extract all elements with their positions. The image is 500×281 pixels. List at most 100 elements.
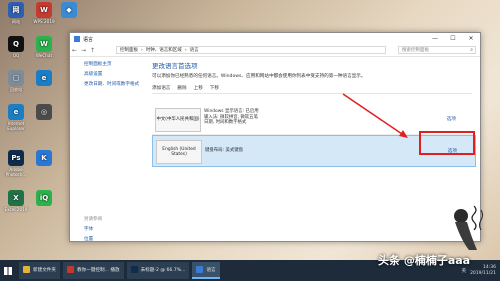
language-toolbar: 添加语言 删除 上移 下移 (152, 85, 472, 94)
desktop-icons: 网 网站 W WPS 2019 ◆ Q QQ W WeChat ▢ 回收站 e … (0, 0, 77, 260)
taskbar-item-label: 教你一键控制... 播放 (76, 267, 120, 273)
desktop-icon-label: WPS 2019 (33, 19, 55, 24)
wps-icon: W (36, 2, 52, 18)
wechat-icon: W (36, 36, 52, 52)
desktop-icon-camera[interactable]: ◎ (30, 104, 58, 121)
back-arrow-icon[interactable]: ← (70, 47, 79, 54)
desktop-icon-k[interactable]: K (30, 150, 58, 167)
search-placeholder: 搜索控制面板 (402, 48, 429, 53)
page-description: 可以添加你已经熟悉的任何语言。Windows、应用和网站中都会使用你列表中受支持… (152, 74, 366, 79)
video-icon (66, 266, 74, 273)
desktop-icon-wechat[interactable]: W WeChat (30, 36, 58, 58)
excel-icon: X (8, 190, 24, 206)
language-detail: 日期, 时间和数字格式 (204, 120, 247, 125)
left-nav: 控制面板主页 高级设置 更改日期、时间或数字格式 (84, 61, 150, 91)
taskbar-item-language[interactable]: 语言 (192, 262, 220, 279)
ie-icon: e (36, 70, 52, 86)
language-details: 键盘布局: 美式键盘 (205, 148, 243, 154)
control-panel-icon (196, 266, 204, 273)
desktop-icon-iqiyi[interactable]: iQ (30, 190, 58, 207)
qq-icon: Q (8, 36, 24, 52)
window-title: 语言 (83, 36, 94, 43)
move-down-button[interactable]: 下移 (210, 85, 219, 91)
breadcrumb-item-clock-language[interactable]: 时钟、语言和区域 (146, 47, 182, 53)
iqiyi-icon: iQ (36, 190, 52, 206)
main-content: 更改语言首选项 可以添加你已经熟悉的任何语言。Windows、应用和网站中都会使… (152, 60, 476, 167)
annotation-highlight-box (419, 131, 475, 155)
recycle-bin-icon: ▢ (8, 70, 24, 86)
language-name-box: 中文(中华人民共和国) (155, 108, 201, 132)
folder-icon (23, 266, 30, 273)
clock-date: 2019/11/21 (470, 270, 496, 276)
start-button[interactable] (0, 260, 16, 281)
breadcrumb-separator: › (184, 47, 187, 53)
breadcrumb-separator: › (141, 47, 143, 53)
see-also-header: 另请参阅 (84, 217, 102, 222)
windows-logo-icon (4, 266, 12, 275)
watermark: 头条 @楠楠子aaa (378, 254, 471, 267)
up-arrow-icon[interactable]: ↑ (88, 47, 97, 54)
desktop-icon-recycle-bin[interactable]: ▢ 回收站 (2, 70, 30, 92)
nav-change-date-format[interactable]: 更改日期、时间或数字格式 (84, 81, 150, 87)
desktop-icon-label: Internet Explorer (7, 121, 25, 131)
desktop-icon-label: 回收站 (9, 87, 23, 92)
taskbar-item-photoshop[interactable]: 未标题-2 @ 66.7%... (126, 262, 190, 279)
taskbar-item-label: 未标题-2 @ 66.7%... (140, 267, 186, 273)
website-icon: 网 (8, 2, 24, 18)
language-detail: Windows 显示语言: 已启用 (204, 109, 259, 114)
language-details: Windows 显示语言: 已启用 输入法: 微软拼音, 微软五笔 日期, 时间… (204, 109, 259, 126)
desktop-icon-photoshop[interactable]: Ps Adobe Photosh... (2, 150, 30, 177)
app-icon: ◆ (61, 2, 77, 18)
window-controls: — ☐ ✕ (426, 33, 480, 45)
search-icon: ⌕ (470, 47, 473, 53)
options-link[interactable]: 选项 (447, 116, 456, 122)
taskbar-item-video[interactable]: 教你一键控制... 播放 (62, 262, 124, 279)
camera-icon: ◎ (36, 104, 52, 120)
nav-advanced-settings[interactable]: 高级设置 (84, 71, 150, 77)
signature-artwork (454, 205, 483, 250)
address-bar: ← → ↑ 控制面板 › 时钟、语言和区域 › 语言 搜索控制面板 ⌕ (70, 45, 480, 57)
breadcrumb-item-control-panel[interactable]: 控制面板 (120, 47, 138, 53)
taskbar-item-label: 语言 (206, 267, 216, 273)
see-also-location[interactable]: 位置 (84, 236, 102, 242)
desktop-icon-app[interactable]: ◆ (55, 2, 83, 19)
desktop-icon-ie[interactable]: e Internet Explorer (2, 104, 30, 131)
language-window: 语言 — ☐ ✕ ← → ↑ 控制面板 › 时钟、语言和区域 › 语言 搜索控制… (69, 32, 481, 242)
minimize-button[interactable]: — (426, 33, 444, 45)
remove-button[interactable]: 删除 (177, 85, 186, 91)
language-name-box: English (United States) (156, 140, 202, 164)
desktop-icon-excel[interactable]: X Excel 2019 (2, 190, 30, 212)
input-method-indicator[interactable]: 英 (462, 268, 467, 274)
desktop-icon-label: QQ (12, 53, 20, 58)
see-also-fonts[interactable]: 字体 (84, 226, 102, 232)
title-bar[interactable]: 语言 — ☐ ✕ (70, 33, 480, 45)
page-title: 更改语言首选项 (152, 62, 198, 70)
breadcrumb[interactable]: 控制面板 › 时钟、语言和区域 › 语言 (116, 46, 386, 54)
taskbar-item-folder[interactable]: 新建文件夹 (19, 262, 60, 279)
desktop-icon-label: Adobe Photosh... (5, 167, 27, 177)
maximize-button[interactable]: ☐ (444, 33, 462, 45)
desktop-icon-qq[interactable]: Q QQ (2, 36, 30, 58)
desktop-icon-label: Excel 2019 (4, 207, 28, 212)
forward-arrow-icon[interactable]: → (79, 47, 88, 54)
photoshop-icon (130, 266, 138, 273)
add-language-button[interactable]: 添加语言 (152, 85, 170, 91)
taskbar-item-label: 新建文件夹 (33, 267, 56, 273)
language-detail: 键盘布局: 美式键盘 (205, 148, 244, 153)
desktop-icon-ie2[interactable]: e (30, 70, 58, 87)
k-app-icon: K (36, 150, 52, 166)
ie-icon: e (8, 104, 24, 120)
breadcrumb-item-language[interactable]: 语言 (190, 47, 199, 53)
desktop-icon-website[interactable]: 网 网站 (2, 2, 30, 24)
see-also: 另请参阅 字体 位置 (84, 216, 102, 246)
desktop-icon-label: WeChat (35, 53, 53, 58)
move-up-button[interactable]: 上移 (194, 85, 203, 91)
search-input[interactable]: 搜索控制面板 ⌕ (398, 46, 476, 54)
desktop-icon-label: 网站 (11, 19, 21, 24)
window-app-icon (74, 36, 80, 42)
nav-control-panel-home[interactable]: 控制面板主页 (84, 61, 150, 67)
photoshop-icon: Ps (8, 150, 24, 166)
desktop-icon-wps[interactable]: W WPS 2019 (30, 2, 58, 24)
close-button[interactable]: ✕ (462, 33, 480, 45)
clock[interactable]: 14:36 2019/11/21 (470, 265, 496, 277)
